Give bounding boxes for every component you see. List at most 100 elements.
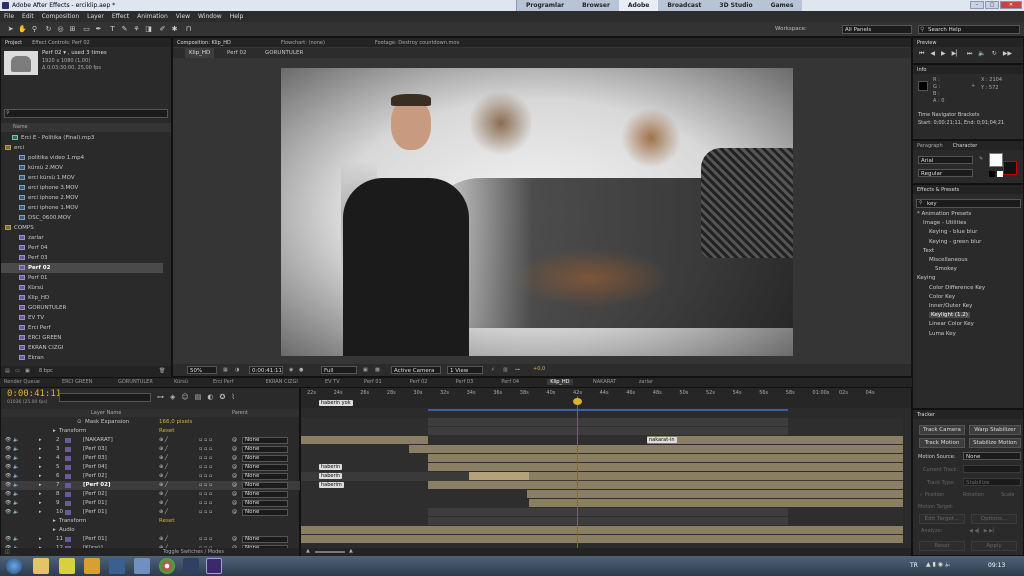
camera-tool-icon[interactable]: ◎ — [56, 25, 65, 34]
zoom-select[interactable]: 50% — [187, 366, 217, 374]
layer-row[interactable]: 👁 🔈 ▸ 4 [Perf 03] ⊕ ╱ ▫ ▫ ▫ @ None — [1, 454, 301, 463]
project-item[interactable]: Perf 03 — [1, 253, 163, 263]
tab-paragraph[interactable]: Paragraph — [917, 143, 943, 149]
bit-depth[interactable]: 8 bpc — [39, 368, 53, 374]
transform-label[interactable]: Transform — [59, 427, 86, 436]
layer-marker[interactable]: nakarat-in — [647, 437, 677, 443]
type-tool-icon[interactable]: T — [108, 25, 117, 34]
transform-reset[interactable]: Reset — [159, 517, 174, 526]
timeline-tab[interactable]: ERCI GREEN — [62, 379, 92, 385]
expand-arrow-icon[interactable]: ▸ — [39, 472, 42, 481]
start-button-icon[interactable] — [6, 558, 22, 574]
layer-switches-icon[interactable]: ⊕ ╱ — [159, 535, 168, 544]
effect-item[interactable]: Miscellaneous — [929, 257, 968, 263]
timeline-tab[interactable]: EV TV — [325, 379, 340, 385]
composition-viewer[interactable] — [281, 68, 793, 356]
prev-frame-icon[interactable]: ◀ — [930, 50, 935, 58]
layer-switches-icon[interactable]: ⊕ ╱ — [159, 445, 168, 454]
effects-search-input[interactable]: key — [916, 199, 1021, 208]
pan-behind-tool-icon[interactable]: ⊞ — [68, 25, 77, 34]
timeline-tab[interactable]: NAKARAT — [593, 379, 616, 385]
project-item[interactable]: GORUNTULER — [1, 303, 163, 313]
track-camera-button[interactable]: Track Camera — [919, 425, 965, 435]
layer-row[interactable]: 👁 🔈 ▸ 6 [Perf 02] ⊕ ╱ ▫ ▫ ▫ @ None — [1, 472, 301, 481]
comp-marker[interactable]: haberin yok — [319, 400, 353, 406]
eraser-tool-icon[interactable]: ◨ — [144, 25, 153, 34]
parent-header[interactable]: Parent — [232, 409, 248, 417]
flowchart-icon[interactable]: ⊶ — [515, 367, 520, 373]
snap-icon[interactable]: ⊓ — [184, 25, 193, 34]
audio-toggle-icon[interactable]: 🔈 — [13, 535, 19, 544]
timeline-track[interactable] — [301, 508, 903, 517]
close-button[interactable]: ✕ — [1000, 1, 1022, 9]
audio-icon[interactable]: 🔈 — [978, 50, 985, 58]
layer-mode-boxes[interactable]: ▫ ▫ ▫ — [199, 463, 212, 472]
eye-icon[interactable]: 👁 — [5, 463, 11, 472]
audio-toggle-icon[interactable]: 🔈 — [13, 436, 19, 445]
menu-help[interactable]: Help — [226, 13, 248, 20]
eye-icon[interactable]: 👁 — [5, 445, 11, 454]
timeline-tab[interactable]: Klip_HD — [547, 379, 573, 385]
project-search-input[interactable] — [4, 109, 168, 118]
timeline-track[interactable]: haberin — [301, 472, 903, 481]
layer-switches-icon[interactable]: ⊕ ╱ — [159, 436, 168, 445]
ram-preview-icon[interactable]: ▶▶ — [1003, 50, 1012, 58]
effect-item[interactable]: Keying - green blur — [929, 239, 981, 245]
layer-mode-boxes[interactable]: ▫ ▫ ▫ — [199, 490, 212, 499]
project-item[interactable]: DSC_0600.MOV — [1, 213, 163, 223]
layer-row[interactable]: 👁 🔈 ▸ 3 [Perf 03] ⊕ ╱ ▫ ▫ ▫ @ None — [1, 445, 301, 454]
menu-layer[interactable]: Layer — [83, 13, 108, 20]
timeline-track[interactable]: haberim — [301, 481, 903, 490]
time-ruler[interactable]: 22s 24s 26s 28s 30s 32s 34s 36s 38s 40s 42s 44s 46s 4… — [301, 388, 911, 408]
eye-icon[interactable]: 👁 — [5, 535, 11, 544]
effect-item[interactable]: Linear Color Key — [929, 321, 974, 327]
project-item[interactable]: erci iphone 2.MOV — [1, 193, 163, 203]
layer-name[interactable]: [NAKARAT] — [83, 436, 113, 445]
layer-row[interactable]: 👁 🔈 ▸ 7 [Perf 02] ⊕ ╱ ▫ ▫ ▫ @ None — [1, 481, 301, 490]
eyedropper-icon[interactable]: ✎ — [979, 156, 983, 162]
menu-edit[interactable]: Edit — [18, 13, 38, 20]
tab-effect-controls[interactable]: Effect Controls: Perf 02 — [32, 40, 90, 46]
timeline-track[interactable] — [301, 499, 903, 508]
brush-tool-icon[interactable]: ✎ — [120, 25, 129, 34]
stabilize-motion-button[interactable]: Stabilize Motion — [969, 438, 1021, 448]
topnav-adobe[interactable]: Adobe — [618, 0, 659, 11]
project-item[interactable]: COMPS — [1, 223, 163, 233]
shy-icon[interactable]: ☺ — [181, 393, 188, 401]
tab-flowchart[interactable]: Flowchart: (none) — [281, 40, 325, 46]
chrome-icon[interactable] — [159, 558, 175, 574]
project-item[interactable]: erci kürsü 1.MOV — [1, 173, 163, 183]
timeline-tab[interactable]: Perf 03 — [456, 379, 474, 385]
pick-whip-icon[interactable]: @ — [232, 508, 237, 517]
audio-toggle-icon[interactable]: 🔈 — [13, 490, 19, 499]
audio-toggle-icon[interactable]: 🔈 — [13, 454, 19, 463]
project-item[interactable]: politika video 1.mp4 — [1, 153, 163, 163]
stroke-color-swatch[interactable] — [1003, 161, 1017, 175]
timeline-track[interactable] — [301, 490, 903, 499]
transparency-grid-icon[interactable]: ▩ — [375, 367, 380, 373]
layer-mode-boxes[interactable]: ▫ ▫ ▫ — [199, 454, 212, 463]
project-item[interactable]: EV TV — [1, 313, 163, 323]
pick-whip-icon[interactable]: @ — [232, 535, 237, 544]
expand-arrow-icon[interactable]: ▸ — [39, 535, 42, 544]
topnav-programlar[interactable]: Programlar — [517, 0, 573, 11]
topnav-broadcast[interactable]: Broadcast — [658, 0, 710, 11]
pick-whip-icon[interactable]: @ — [232, 445, 237, 454]
motion-source-select[interactable]: None — [963, 452, 1021, 460]
after-effects-icon[interactable] — [206, 558, 222, 574]
current-timecode[interactable]: 0:00:41:11 — [7, 389, 61, 399]
name-column-header[interactable]: Name — [1, 123, 171, 132]
app-icon[interactable] — [109, 558, 125, 574]
mask-icon[interactable]: ◑ — [235, 367, 239, 373]
pick-whip-icon[interactable]: @ — [232, 454, 237, 463]
parent-select[interactable]: None — [242, 455, 288, 462]
layer-duration-bar[interactable] — [351, 526, 903, 534]
layer-row[interactable]: 👁 🔈 ▸ 9 [Perf 01] ⊕ ╱ ▫ ▫ ▫ @ None — [1, 499, 301, 508]
project-item[interactable]: erci — [1, 143, 163, 153]
timeline-search-input[interactable] — [59, 393, 151, 402]
project-item[interactable]: Erci Perf — [1, 323, 163, 333]
timeline-tab[interactable]: GORUNTULER — [118, 379, 153, 385]
layer-name[interactable]: [Perf 02] — [83, 472, 107, 481]
parent-select[interactable]: None — [242, 509, 288, 516]
layer-marker[interactable]: haberim — [319, 482, 344, 488]
